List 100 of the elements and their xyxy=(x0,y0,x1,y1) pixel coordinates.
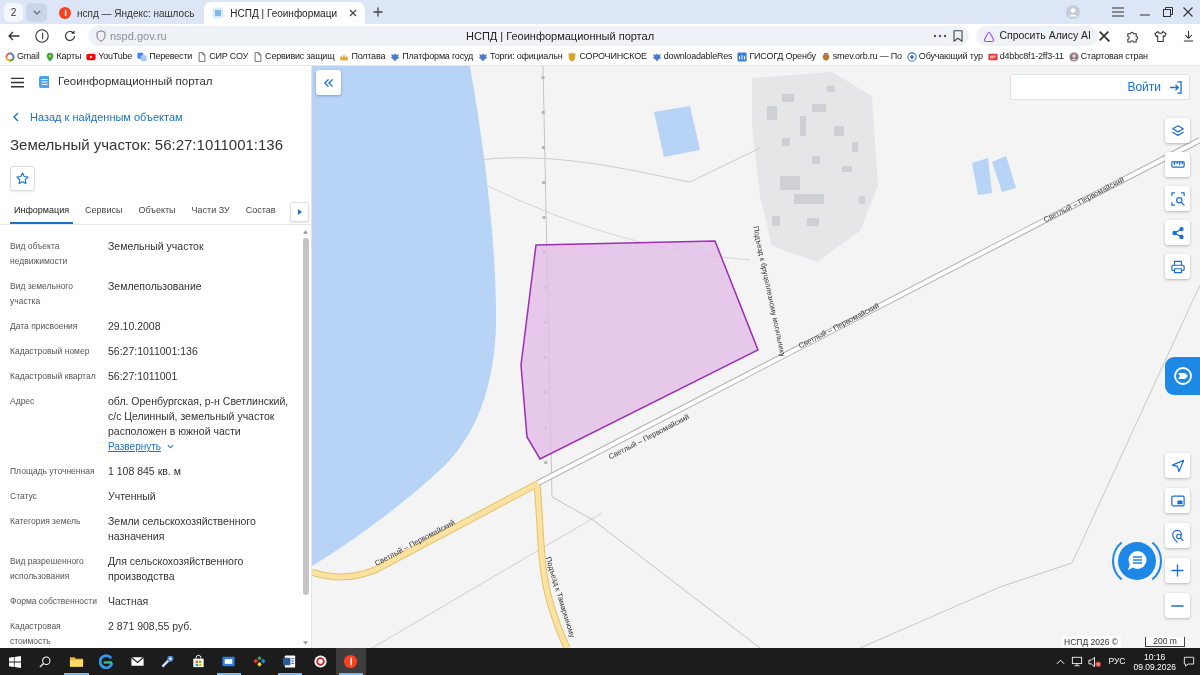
print-button[interactable] xyxy=(1165,254,1190,279)
field-label: Площадь уточненная xyxy=(10,465,96,478)
chevron-left-icon xyxy=(13,112,19,122)
locate-button[interactable] xyxy=(1165,453,1190,478)
running-indicator xyxy=(277,673,302,675)
bookmark[interactable]: d4bbc8f1-2ff3-11 xyxy=(987,49,1064,64)
tab-counter-button[interactable]: 2 xyxy=(4,2,23,22)
bookmark[interactable]: СОРОЧИНСКОЕ xyxy=(567,49,647,64)
language-indicator[interactable]: РУС xyxy=(1108,655,1126,668)
expand-link[interactable]: Развернуть xyxy=(108,439,174,454)
chevron-up-icon[interactable] xyxy=(1056,658,1066,665)
close-icon[interactable] xyxy=(1183,7,1193,17)
bookmark[interactable]: Стартовая стран xyxy=(1068,49,1148,64)
portal-title: Геоинформационный портал xyxy=(58,74,213,90)
bookmark[interactable]: Платформа госуд xyxy=(390,49,474,64)
field-label: Вид объекта недвижимости xyxy=(10,240,69,268)
field-value: Частная xyxy=(108,594,149,609)
swirl-icon xyxy=(99,654,115,669)
reload-icon[interactable] xyxy=(64,30,76,42)
chevron-down-icon xyxy=(32,9,41,15)
info-tab[interactable]: Сервисы xyxy=(81,200,127,224)
field-label: Категория земель xyxy=(10,515,82,528)
login-button[interactable]: Войти xyxy=(1010,74,1190,100)
field-label: Дата присвоения xyxy=(10,320,79,333)
bookmark[interactable]: Полтава xyxy=(339,49,386,64)
field-value: 56:27:1011001 xyxy=(108,369,178,384)
bag-icon xyxy=(190,654,206,669)
pond xyxy=(972,158,992,195)
assistant-button[interactable]: Спросить Алису AI xyxy=(976,26,1098,46)
bookmark-icon[interactable] xyxy=(953,30,964,42)
menu-icon[interactable] xyxy=(11,76,24,88)
layers-icon xyxy=(1170,123,1185,138)
window-icon xyxy=(221,654,237,669)
play-icon xyxy=(86,51,97,62)
layers-button[interactable] xyxy=(1165,118,1190,143)
info-tab[interactable]: Состав xyxy=(241,200,280,224)
zoom-in-button[interactable] xyxy=(1165,558,1190,583)
scrollbar-thumb[interactable] xyxy=(302,238,309,595)
emblem-icon xyxy=(651,51,662,62)
emblem-icon xyxy=(478,51,489,62)
collapse-panel-button[interactable] xyxy=(316,70,341,95)
file-icon xyxy=(987,51,998,62)
field-value: Земельный участок xyxy=(108,239,204,254)
minimap-button[interactable] xyxy=(1165,488,1190,513)
bookmark[interactable]: Торги: официальн xyxy=(478,49,563,64)
share-button[interactable] xyxy=(1165,220,1190,245)
download-icon[interactable] xyxy=(1183,30,1194,42)
clock-time[interactable]: 10:16 xyxy=(1144,651,1166,662)
triangle-right-icon xyxy=(297,209,302,215)
more-icon[interactable] xyxy=(933,34,948,38)
notification-icon[interactable] xyxy=(1183,656,1195,667)
bookmark[interactable]: smev.orb.ru — По xyxy=(820,49,902,64)
minus-icon xyxy=(1171,604,1184,607)
field-value: Земли сельскохозяйственного назначения xyxy=(108,514,257,544)
bookmark[interactable]: ГИСОГД Оренбу xyxy=(737,49,816,64)
side-tab[interactable] xyxy=(1165,357,1200,395)
favorite-button[interactable] xyxy=(10,166,35,191)
ring-icon[interactable] xyxy=(35,29,49,43)
print-icon xyxy=(1170,259,1185,274)
bookmark[interactable]: Карты xyxy=(44,49,82,64)
bookmark[interactable]: Перевести xyxy=(137,49,193,64)
field-value: Учтенный xyxy=(108,489,156,504)
cross-icon[interactable] xyxy=(1098,30,1110,42)
muted-speaker-icon[interactable] xyxy=(1088,655,1102,668)
shirt-icon[interactable] xyxy=(1154,29,1167,43)
zoom-out-button[interactable] xyxy=(1165,593,1190,618)
area-search-button[interactable] xyxy=(1165,186,1190,211)
taskbar-app[interactable] xyxy=(335,648,366,675)
pot-icon xyxy=(820,51,831,62)
network-icon[interactable] xyxy=(1071,656,1084,667)
diamond-icon xyxy=(906,51,917,62)
back-arrow-icon[interactable] xyxy=(8,31,20,41)
bookmark[interactable]: Gmail xyxy=(5,49,40,64)
shield-icon xyxy=(96,30,106,42)
info-tab[interactable]: Части ЗУ xyxy=(187,200,234,224)
browser-tab[interactable]: нспд — Яндекс: нашлось xyxy=(51,2,203,24)
bookmark[interactable]: СИР СОУ xyxy=(197,49,249,64)
search-icon xyxy=(39,655,51,668)
clock-date[interactable]: 09.09.2026 xyxy=(1133,661,1176,672)
chevron-down-icon xyxy=(167,444,174,449)
close-icon[interactable] xyxy=(349,9,357,17)
location-search-icon xyxy=(1170,528,1185,543)
measure-button[interactable] xyxy=(1165,152,1190,177)
browser-tab[interactable]: НСПД | Геоинформаци xyxy=(204,2,365,24)
windows-icon xyxy=(8,655,21,668)
bookmark[interactable]: Сервивис защищ xyxy=(253,49,335,64)
tabs-scroll-button[interactable] xyxy=(290,202,309,222)
bookmark[interactable]: Обучающий тур xyxy=(906,49,983,64)
info-tab[interactable]: Объекты xyxy=(134,200,180,224)
location-search-button[interactable] xyxy=(1165,523,1190,548)
share-icon xyxy=(1170,225,1185,240)
bookmark[interactable]: downloadableRes xyxy=(651,49,733,64)
back-link[interactable]: Назад к найденным объектам xyxy=(13,108,183,126)
diamonds-icon xyxy=(251,654,267,669)
info-tab[interactable]: Информация xyxy=(10,200,74,224)
address-bar[interactable]: nspd.gov.ru НСПД | Геоинформационный портал xyxy=(88,26,970,46)
bookmark[interactable]: YouTube xyxy=(86,49,133,64)
restore-icon[interactable] xyxy=(1163,7,1173,17)
puzzle-icon[interactable] xyxy=(1126,29,1139,43)
plus-icon[interactable] xyxy=(373,7,383,17)
